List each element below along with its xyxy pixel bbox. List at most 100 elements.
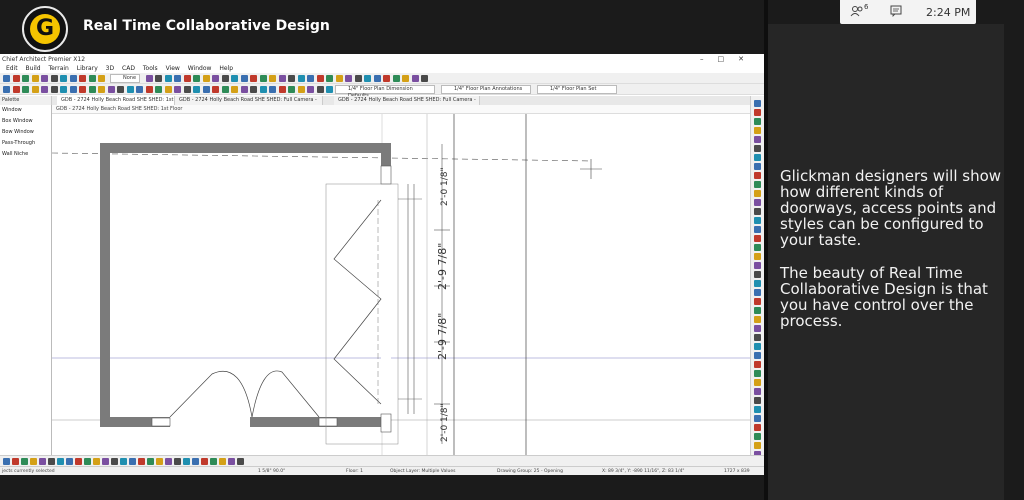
toolbar-button-icon[interactable] (212, 86, 219, 93)
tab-camera-2[interactable]: GDB - 2724 Holly Beach Road SHE SHED: Fu… (334, 96, 480, 112)
toolbar-button-icon[interactable] (288, 75, 295, 82)
bottom-toolbar-button-icon[interactable] (84, 458, 91, 465)
bottom-toolbar-button-icon[interactable] (174, 458, 181, 465)
toolbar-button-icon[interactable] (202, 86, 210, 93)
right-toolbar-button-icon[interactable] (754, 172, 761, 179)
toolbar-button-icon[interactable] (98, 86, 105, 93)
toolbar-button-icon[interactable] (240, 86, 248, 93)
right-toolbar-button-icon[interactable] (754, 109, 761, 116)
toolbar-button-icon[interactable] (31, 75, 39, 82)
toolbar-button-icon[interactable] (326, 75, 333, 82)
palette-item[interactable]: Window (0, 105, 51, 116)
bottom-toolbar-button-icon[interactable] (39, 458, 46, 465)
menu-cad[interactable]: CAD (122, 64, 135, 73)
toolbar-button-icon[interactable] (259, 86, 267, 93)
bottom-toolbar-button-icon[interactable] (183, 458, 190, 465)
right-toolbar-button-icon[interactable] (754, 379, 761, 386)
palette-item[interactable]: Pass-Through (0, 138, 51, 149)
shared-screen-app[interactable]: Chief Architect Premier X12 –□✕ Edit Bui… (0, 54, 764, 475)
toolbar-button-icon[interactable] (240, 75, 248, 82)
bottom-toolbar-button-icon[interactable] (201, 458, 208, 465)
annotations-dropdown[interactable]: 1/4" Floor Plan Annotations (441, 85, 531, 94)
plan-set-dropdown[interactable]: 1/4" Floor Plan Set (537, 85, 617, 94)
menu-edit[interactable]: Edit (6, 64, 18, 73)
right-toolbar-button-icon[interactable] (754, 388, 761, 395)
toolbar-button-icon[interactable] (174, 86, 181, 93)
right-toolbar-button-icon[interactable] (754, 217, 761, 224)
toolbar-button-icon[interactable] (164, 75, 172, 82)
bottom-toolbar-button-icon[interactable] (156, 458, 163, 465)
right-toolbar-button-icon[interactable] (754, 145, 761, 152)
toolbar-button-icon[interactable] (12, 75, 20, 82)
right-toolbar-button-icon[interactable] (754, 253, 761, 260)
bottom-toolbar-button-icon[interactable] (66, 458, 73, 465)
bottom-toolbar-button-icon[interactable] (102, 458, 109, 465)
right-toolbar-button-icon[interactable] (754, 316, 761, 323)
right-toolbar-button-icon[interactable] (754, 280, 761, 287)
floor-plan-drawing[interactable]: 2'-0 1/8" 2'-9 7/8" 2'-9 7/8" 2'-0 1/8" (52, 114, 750, 456)
toolbar-button-icon[interactable] (193, 75, 200, 82)
toolbar-button-icon[interactable] (383, 75, 390, 82)
toolbar-button-icon[interactable] (373, 75, 381, 82)
toolbar-button-icon[interactable] (155, 75, 162, 82)
shed-walls[interactable] (100, 143, 391, 427)
menu-help[interactable]: Help (219, 64, 233, 73)
right-toolbar-button-icon[interactable] (754, 226, 761, 233)
window-controls[interactable]: –□✕ (700, 55, 758, 63)
right-bifold-doors[interactable] (333, 199, 382, 405)
toolbar-button-icon[interactable] (183, 86, 191, 93)
toolbar-button-icon[interactable] (50, 86, 58, 93)
toolbar-button-icon[interactable] (164, 86, 172, 93)
bottom-toolbar-button-icon[interactable] (219, 458, 226, 465)
menu-build[interactable]: Build (26, 64, 41, 73)
toolbar-button-icon[interactable] (117, 86, 124, 93)
floor-plan-canvas[interactable]: 2'-0 1/8" 2'-9 7/8" 2'-9 7/8" 2'-0 1/8" (52, 114, 750, 456)
right-toolbar-button-icon[interactable] (754, 127, 761, 134)
toolbar-button-icon[interactable] (193, 86, 200, 93)
menu-library[interactable]: Library (77, 64, 98, 73)
bottom-toolbar-button-icon[interactable] (12, 458, 19, 465)
toolbar-button-icon[interactable] (41, 86, 48, 93)
toolbar-button-icon[interactable] (79, 75, 86, 82)
bottom-toolbar-button-icon[interactable] (21, 458, 28, 465)
palette-item[interactable]: Box Window (0, 116, 51, 127)
toolbar-button-icon[interactable] (259, 75, 267, 82)
toolbar-button-icon[interactable] (126, 86, 134, 93)
toolbar-button-icon[interactable] (155, 86, 162, 93)
toolbar-button-icon[interactable] (31, 86, 39, 93)
toolbar-button-icon[interactable] (88, 75, 96, 82)
bottom-toolbar-button-icon[interactable] (30, 458, 37, 465)
toolbar-button-icon[interactable] (88, 86, 96, 93)
dimension-defaults-dropdown[interactable]: 1/4" Floor Plan Dimension Defaults (335, 85, 435, 99)
toolbar-button-icon[interactable] (145, 86, 153, 93)
toolbar-button-icon[interactable] (421, 75, 428, 82)
right-toolbar-button-icon[interactable] (754, 343, 761, 350)
toolbar-button-icon[interactable] (212, 75, 219, 82)
right-toolbar-button-icon[interactable] (754, 415, 761, 422)
toolbar-button-icon[interactable] (136, 86, 143, 93)
toolbar-button-icon[interactable] (354, 75, 362, 82)
toolbar-button-icon[interactable] (335, 75, 343, 82)
right-toolbar-button-icon[interactable] (754, 352, 761, 359)
bottom-toolbar-button-icon[interactable] (75, 458, 82, 465)
toolbar-button-icon[interactable] (79, 86, 86, 93)
bottom-toolbar-button-icon[interactable] (93, 458, 100, 465)
right-toolbar-button-icon[interactable] (754, 433, 761, 440)
toolbar-button-icon[interactable] (60, 86, 67, 93)
toolbar-button-icon[interactable] (69, 86, 77, 93)
right-toolbar-button-icon[interactable] (754, 370, 761, 377)
participants-icon[interactable] (850, 5, 864, 20)
menu-3d[interactable]: 3D (106, 64, 114, 73)
menu-tools[interactable]: Tools (143, 64, 158, 73)
toolbar-button-icon[interactable] (307, 75, 314, 82)
toolbar-button-icon[interactable] (69, 75, 77, 82)
toolbar-button-icon[interactable] (288, 86, 295, 93)
toolbar-button-icon[interactable] (411, 75, 419, 82)
toolbar-button-icon[interactable] (174, 75, 181, 82)
toolbar-button-icon[interactable] (183, 75, 191, 82)
right-toolbar-button-icon[interactable] (754, 154, 761, 161)
bottom-toolbar-button-icon[interactable] (129, 458, 136, 465)
chat-icon[interactable] (890, 5, 902, 20)
toolbar-button-icon[interactable] (297, 86, 305, 93)
right-toolbar-button-icon[interactable] (754, 298, 761, 305)
